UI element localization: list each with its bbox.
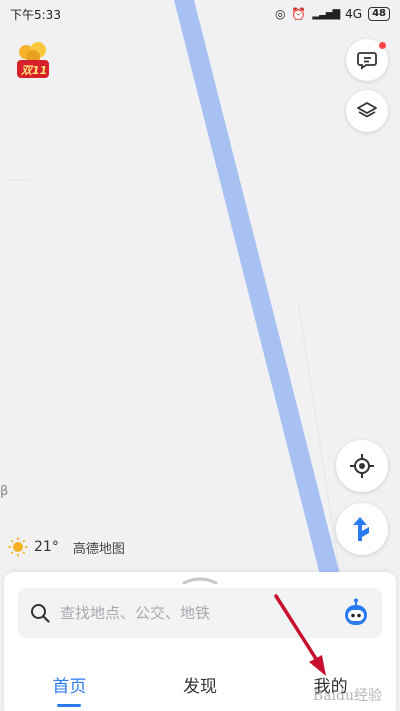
map-brand-logo: 高德地图	[72, 541, 125, 557]
weather-widget[interactable]: 21° 高德地图	[8, 537, 125, 557]
watermark: Baidu经验	[312, 688, 382, 704]
panel-drag-handle[interactable]	[182, 576, 218, 584]
search-bar[interactable]	[18, 588, 382, 638]
map-edge-label: β	[0, 484, 9, 499]
promo-label: 双11	[21, 64, 48, 77]
location-icon: ◎	[274, 7, 286, 21]
alarm-icon: ⏰	[291, 7, 307, 21]
status-icons: ◎ ⏰ ▂▃▅▇ 4G 48	[275, 7, 390, 21]
locate-button[interactable]	[336, 440, 388, 492]
temperature: 21°	[34, 539, 59, 555]
network-type: 4G	[345, 7, 363, 21]
tab-home-label: 首页	[52, 676, 87, 697]
locate-icon	[350, 454, 374, 478]
tab-discover[interactable]: 发现	[177, 672, 223, 697]
status-time: 下午5:33	[10, 7, 61, 22]
sun-icon	[8, 537, 28, 557]
layers-button[interactable]	[346, 90, 388, 132]
voice-assistant-icon[interactable]	[342, 598, 370, 628]
bottom-panel: 首页 发现 我的 Baidu经验	[4, 572, 396, 711]
promo-badge[interactable]: 双11	[14, 40, 52, 80]
tab-discover-label: 发现	[182, 676, 217, 697]
notification-dot	[379, 42, 386, 49]
route-arrow-icon	[353, 517, 369, 541]
layers-icon	[357, 102, 377, 118]
road-highlight	[174, 0, 340, 575]
message-button[interactable]	[346, 39, 388, 81]
signal-icon: ▂▃▅▇	[312, 8, 340, 20]
message-icon	[357, 52, 377, 70]
search-input[interactable]	[60, 604, 342, 622]
tab-home[interactable]: 首页	[46, 672, 92, 707]
navigation-button[interactable]	[336, 503, 388, 555]
search-icon	[31, 604, 50, 623]
active-tab-indicator	[57, 703, 82, 707]
battery-icon: 48	[368, 7, 390, 21]
status-bar: 下午5:33 ◎ ⏰ ▂▃▅▇ 4G 48	[0, 0, 400, 28]
